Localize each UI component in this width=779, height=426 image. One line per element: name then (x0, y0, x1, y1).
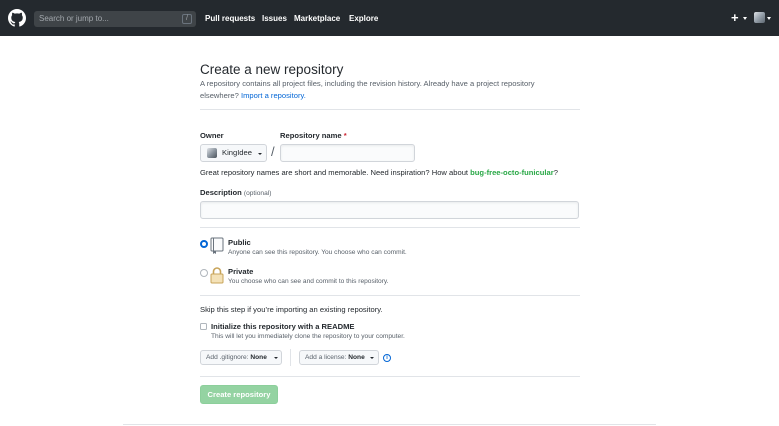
search-placeholder: Search or jump to... (39, 14, 109, 23)
license-value: None (348, 353, 365, 361)
required-asterisk: * (343, 131, 347, 140)
gitignore-value: None (250, 353, 267, 361)
private-title: Private (228, 267, 254, 276)
github-logo-icon[interactable] (8, 9, 26, 27)
initialize-readme-label[interactable]: Initialize this repository with a README (211, 322, 354, 331)
keyboard-shortcut-badge: / (182, 14, 192, 24)
optional-tag: (optional) (243, 190, 272, 197)
initialize-readme-note: This will let you immediately clone the … (211, 333, 405, 340)
chevron-down-icon (258, 153, 262, 155)
public-description: Anyone can see this repository. You choo… (228, 249, 407, 256)
avatar-menu-caret-icon[interactable] (767, 17, 771, 20)
description-input[interactable] (200, 201, 579, 219)
chevron-down-icon (274, 357, 278, 359)
user-avatar[interactable] (754, 12, 765, 23)
repository-name-input[interactable] (280, 144, 415, 162)
repository-name-label: Repository name * (280, 131, 347, 140)
create-new-plus-icon[interactable]: + (731, 11, 739, 24)
top-navigation-bar: Search or jump to... / Pull requests Iss… (0, 0, 779, 36)
divider (200, 295, 580, 296)
suggested-name-link[interactable]: bug-free-octo-funicular (470, 168, 554, 177)
private-radio[interactable] (200, 269, 208, 277)
public-title: Public (228, 238, 251, 247)
hint-text: Great repository names are short and mem… (200, 168, 469, 177)
lock-icon (210, 267, 224, 284)
info-icon[interactable]: i (383, 354, 391, 362)
nav-explore[interactable]: Explore (349, 14, 378, 24)
repository-name-label-text: Repository name (280, 131, 342, 140)
import-repository-link[interactable]: Import a repository. (241, 91, 306, 100)
nav-issues[interactable]: Issues (262, 14, 287, 24)
gitignore-prefix: Add .gitignore: (206, 353, 249, 361)
add-license-dropdown[interactable]: Add a license: None (299, 350, 379, 365)
divider (200, 227, 580, 228)
page-title: Create a new repository (200, 62, 344, 77)
divider (200, 109, 580, 110)
repo-book-icon (210, 237, 224, 254)
description-label: Description (optional) (200, 188, 271, 197)
nav-pull-requests[interactable]: Pull requests (205, 14, 255, 24)
owner-name: KingIdee (222, 148, 252, 157)
create-repository-button[interactable]: Create repository (200, 385, 278, 404)
chevron-down-icon (370, 357, 374, 359)
hint-suffix: ? (553, 168, 558, 177)
public-radio[interactable] (200, 240, 208, 248)
gitignore-label: Add .gitignore: None (206, 354, 267, 361)
owner-avatar (207, 148, 217, 158)
license-label: Add a license: None (305, 354, 365, 361)
license-prefix: Add a license: (305, 353, 347, 361)
description-label-text: Description (200, 188, 242, 197)
owner-label: Owner (200, 131, 224, 140)
nav-marketplace[interactable]: Marketplace (294, 14, 340, 24)
add-gitignore-dropdown[interactable]: Add .gitignore: None (200, 350, 282, 365)
initialize-readme-checkbox[interactable] (200, 323, 207, 330)
owner-repo-separator: / (271, 144, 275, 159)
divider (200, 376, 580, 377)
search-input[interactable]: Search or jump to... / (34, 11, 196, 27)
divider (290, 349, 291, 366)
plus-menu-caret-icon[interactable] (743, 17, 747, 20)
owner-dropdown[interactable]: KingIdee (200, 144, 267, 162)
repository-name-hint: Great repository names are short and mem… (200, 168, 558, 177)
page-subtitle: A repository contains all project files,… (200, 78, 570, 101)
private-description: You choose who can see and commit to thi… (228, 278, 389, 285)
footer-divider (123, 424, 656, 425)
skip-step-note: Skip this step if you’re importing an ex… (200, 305, 383, 314)
